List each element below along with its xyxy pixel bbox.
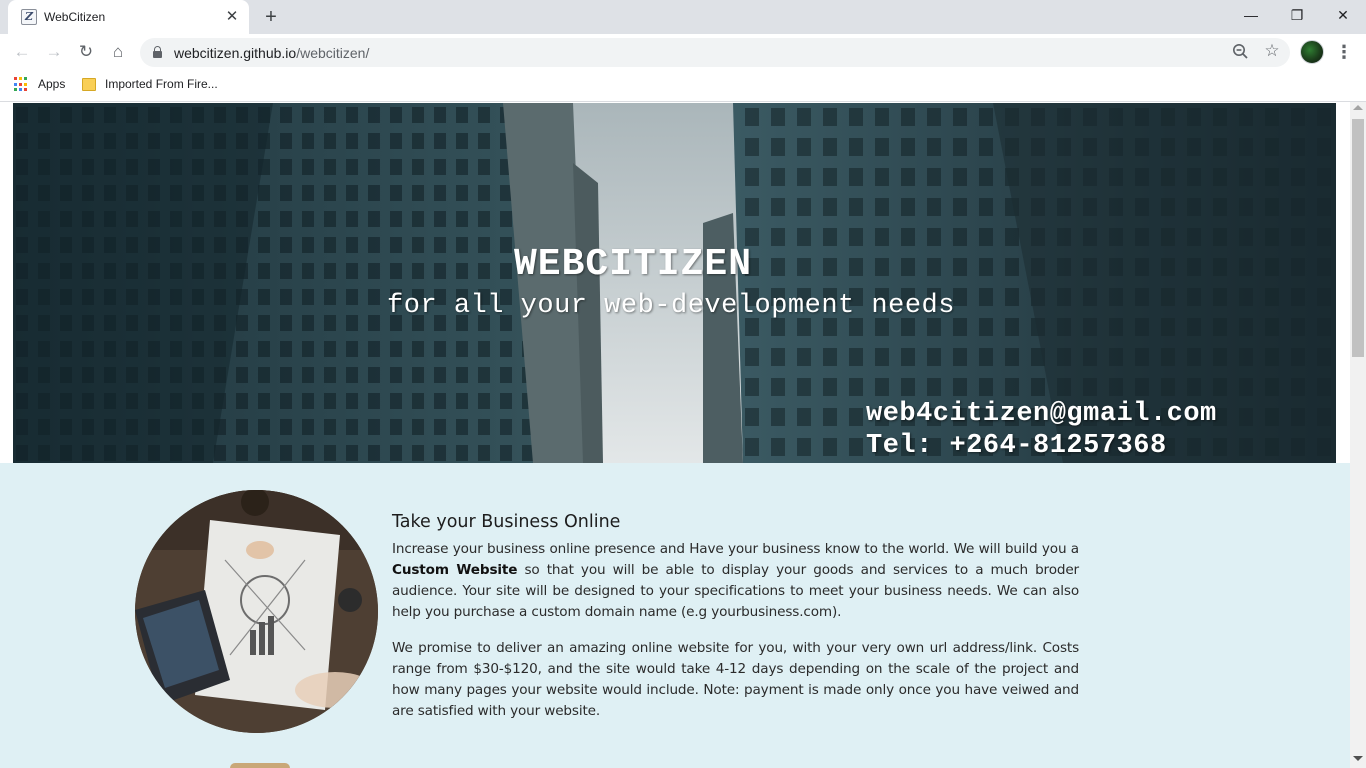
page-scrollbar[interactable] xyxy=(1350,102,1366,768)
section-heading: Take your Business Online xyxy=(392,512,621,532)
apps-grid-icon[interactable] xyxy=(14,77,29,92)
tab-webcitizen[interactable]: Z WebCitizen ✕ xyxy=(8,0,249,34)
url-host: webcitizen.github.io xyxy=(174,45,297,61)
next-section-image-edge xyxy=(230,763,290,768)
apps-grid-dot xyxy=(19,82,22,86)
address-bar[interactable]: webcitizen.github.io/webcitizen/ ☆ xyxy=(140,38,1290,67)
pricing-paragraph: We promise to deliver an amazing online … xyxy=(392,640,1079,719)
bookmarks-bar: Apps Imported From Fire... xyxy=(0,70,1366,102)
apps-grid-dot xyxy=(19,77,22,80)
reload-button[interactable]: ↻ xyxy=(73,39,99,65)
profile-avatar[interactable] xyxy=(1300,40,1324,64)
business-desk-image xyxy=(135,490,378,733)
browser-menu-icon[interactable]: ⋮ xyxy=(1334,39,1354,65)
browser-toolbar: ← → ↻ ⌂ webcitizen.github.io/webcitizen/… xyxy=(0,34,1366,70)
page-viewport: WEBCITIZEN for all your web-development … xyxy=(0,102,1366,768)
intro-paragraph: Increase your business online presence a… xyxy=(392,539,1079,623)
custom-website-bold: Custom Website xyxy=(392,562,518,578)
scroll-thumb[interactable] xyxy=(1352,119,1364,357)
window-minimize-button[interactable]: — xyxy=(1228,0,1274,30)
forward-button[interactable]: → xyxy=(41,39,67,65)
apps-grid-dot xyxy=(24,77,27,80)
tab-title: WebCitizen xyxy=(44,10,106,24)
hero-title: WEBCITIZEN xyxy=(513,243,753,286)
apps-grid-dot xyxy=(14,82,17,86)
folder-icon[interactable] xyxy=(82,78,96,91)
bookmark-apps[interactable]: Apps xyxy=(38,77,65,91)
window-restore-button[interactable]: ❐ xyxy=(1274,0,1320,30)
window-close-button[interactable]: ✕ xyxy=(1320,0,1366,30)
apps-grid-dot xyxy=(14,77,17,80)
apps-grid-dot xyxy=(24,82,27,86)
scroll-up-arrow-icon[interactable] xyxy=(1353,105,1363,110)
site-favicon-icon: Z xyxy=(21,9,37,25)
tab-close-icon[interactable]: ✕ xyxy=(223,8,241,26)
tab-strip: Z WebCitizen ✕ + — ❐ ✕ xyxy=(0,0,1366,34)
zoom-out-icon[interactable] xyxy=(1231,42,1251,62)
contact-phone: Tel: +264-81257368 xyxy=(866,431,1167,461)
url-path: /webcitizen/ xyxy=(296,45,370,61)
apps-grid-dot xyxy=(14,88,17,92)
scroll-down-arrow-icon[interactable] xyxy=(1353,756,1363,761)
bookmark-star-icon[interactable]: ☆ xyxy=(1262,41,1282,61)
apps-grid-dot xyxy=(19,88,22,92)
content-section: Take your Business Online Increase your … xyxy=(0,463,1350,768)
contact-email: web4citizen@gmail.com xyxy=(866,399,1217,429)
hero-tagline: for all your web-development needs xyxy=(387,291,955,321)
apps-grid-dot xyxy=(24,88,27,92)
intro-text-start: Increase your business online presence a… xyxy=(392,541,1079,557)
url-text[interactable]: webcitizen.github.io/webcitizen/ xyxy=(174,45,369,61)
back-button[interactable]: ← xyxy=(9,39,35,65)
hero-banner: WEBCITIZEN for all your web-development … xyxy=(13,103,1336,463)
lock-icon[interactable] xyxy=(153,46,162,58)
new-tab-button[interactable]: + xyxy=(260,6,282,28)
home-button[interactable]: ⌂ xyxy=(105,39,131,65)
bookmark-imported-folder[interactable]: Imported From Fire... xyxy=(105,77,218,91)
